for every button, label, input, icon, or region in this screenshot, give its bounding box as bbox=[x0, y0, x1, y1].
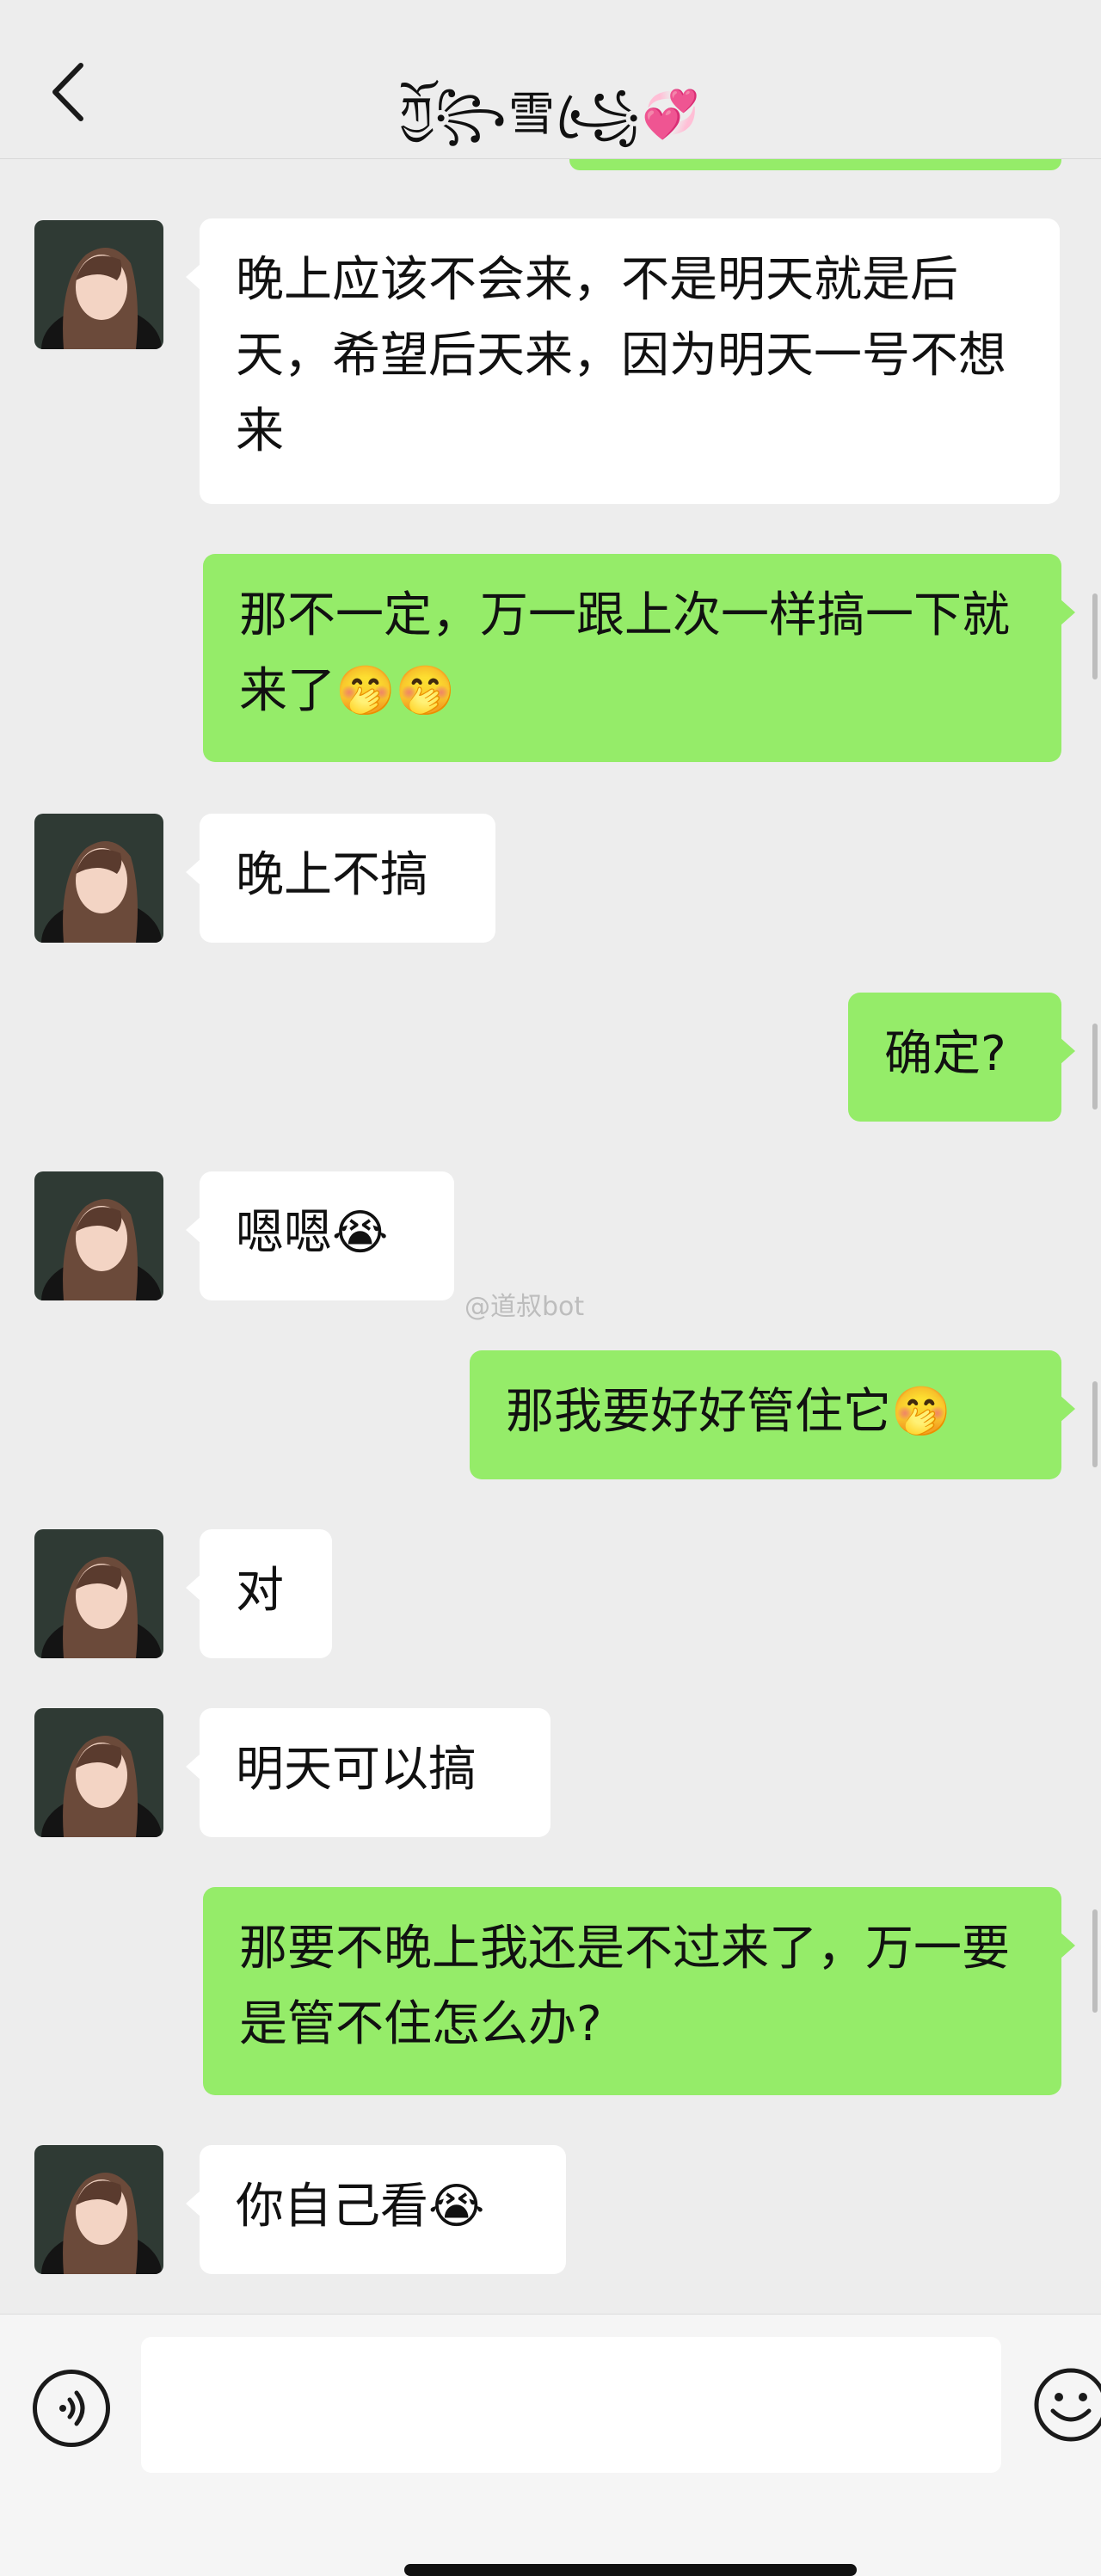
scroll-edge-mark bbox=[1092, 593, 1098, 679]
received-message[interactable]: 晚上应该不会来，不是明天就是后天，希望后天来，因为明天一号不想来 bbox=[186, 218, 1060, 504]
emoji-smile-icon[interactable] bbox=[1032, 2366, 1101, 2444]
input-bar bbox=[0, 2314, 1101, 2576]
scroll-edge-mark bbox=[1092, 1381, 1098, 1467]
received-message[interactable]: 晚上不搞 bbox=[186, 814, 495, 943]
voice-input-icon[interactable] bbox=[33, 2370, 110, 2447]
contact-avatar[interactable] bbox=[34, 2145, 163, 2274]
received-message[interactable]: 对 bbox=[186, 1529, 332, 1658]
chat-header: ཀྱོ꧂雪꧁ꦿ💞 bbox=[0, 0, 1101, 159]
sent-message[interactable]: 那不一定，万一跟上次一样搞一下就来了🤭🤭 bbox=[203, 554, 1075, 762]
contact-avatar[interactable] bbox=[34, 1171, 163, 1300]
sent-message[interactable]: 确定? bbox=[848, 993, 1075, 1122]
contact-avatar[interactable] bbox=[34, 814, 163, 943]
received-message[interactable]: 你自己看😭 bbox=[186, 2145, 566, 2274]
contact-avatar[interactable] bbox=[34, 1529, 163, 1658]
received-message[interactable]: 明天可以搞 bbox=[186, 1708, 550, 1837]
message-input[interactable] bbox=[141, 2337, 1001, 2473]
chat-title: ཀྱོ꧂雪꧁ꦿ💞 bbox=[399, 87, 702, 141]
contact-avatar[interactable] bbox=[34, 220, 163, 349]
sent-message[interactable]: 那我要好好管住它🤭 bbox=[470, 1350, 1075, 1479]
received-message[interactable]: 嗯嗯😭 bbox=[186, 1171, 454, 1300]
scroll-edge-mark bbox=[1092, 1909, 1098, 2013]
weibo-watermark: @道叔bot bbox=[464, 1292, 585, 1322]
sent-message[interactable]: 那要不晚上我还是不过来了，万一要是管不住怎么办? bbox=[203, 1887, 1075, 2095]
scroll-edge-mark bbox=[1092, 1024, 1098, 1110]
home-indicator bbox=[404, 2564, 857, 2576]
contact-avatar[interactable] bbox=[34, 1708, 163, 1837]
